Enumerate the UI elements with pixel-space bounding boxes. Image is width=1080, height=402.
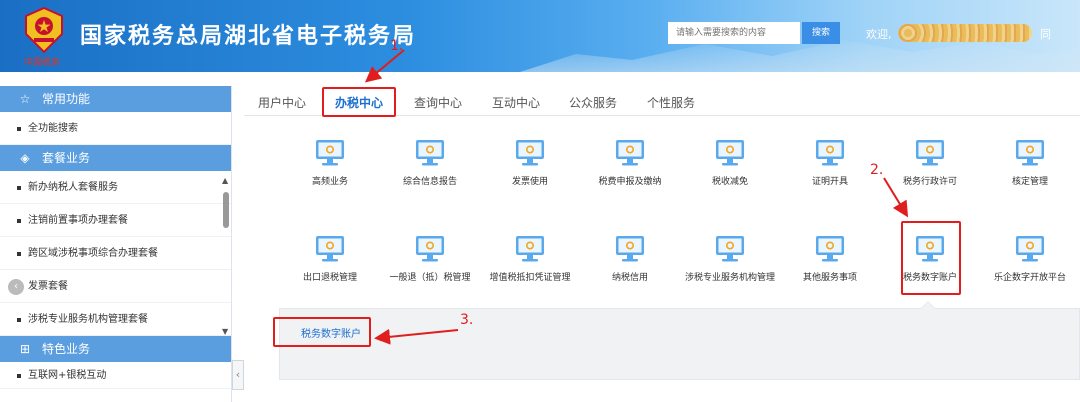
service-tile-label: 税费申报及缴纳	[598, 177, 662, 187]
sidebar-section-label: 特色业务	[42, 342, 91, 356]
sidebar-collapse-handle[interactable]: ‹	[232, 360, 244, 390]
monitor-icon	[616, 236, 644, 262]
welcome-text: 欢迎,	[866, 28, 892, 41]
site-title: 国家税务总局湖北省电子税务局	[80, 24, 417, 49]
sidebar-item-full-search[interactable]: 全功能搜索	[0, 112, 231, 145]
monitor-icon	[416, 140, 444, 166]
service-tile-label: 证明开具	[811, 177, 848, 187]
monitor-icon	[1016, 140, 1044, 166]
monitor-icon	[1016, 236, 1044, 262]
service-tile[interactable]: 乐企数字开放平台	[984, 234, 1076, 283]
tab-interaction-center[interactable]: 互动中心	[492, 94, 540, 111]
annotation-label-2: 2.	[870, 162, 884, 178]
sidebar-section-common[interactable]: ☆ 常用功能	[0, 86, 231, 112]
service-tile[interactable]: 涉税专业服务机构管理	[684, 234, 776, 283]
service-tile-label: 增值税抵扣凭证管理	[489, 273, 571, 283]
sidebar: ☆ 常用功能 全功能搜索 ◈ 套餐业务 新办纳税人套餐服务 注销前置事项办理套餐…	[0, 86, 232, 402]
tab-user-center[interactable]: 用户中心	[258, 94, 306, 111]
service-tile-label: 涉税专业服务机构管理	[684, 273, 775, 283]
monitor-icon	[716, 140, 744, 166]
monitor-icon	[516, 140, 544, 166]
search-input[interactable]	[668, 22, 800, 44]
service-tile-label: 出口退税管理	[302, 273, 357, 283]
main-panel: 用户中心 办税中心 查询中心 互动中心 公众服务 个性服务 高频业务 综合信息报告…	[244, 86, 1080, 402]
search-button[interactable]: 搜索	[802, 22, 840, 44]
redacted-username	[898, 24, 1032, 42]
tab-public-service[interactable]: 公众服务	[569, 94, 617, 111]
service-tile[interactable]: 税务行政许可	[884, 138, 976, 187]
service-tile[interactable]: 纳税信用	[584, 234, 676, 283]
monitor-icon	[316, 140, 344, 166]
tab-personal-service[interactable]: 个性服务	[647, 94, 695, 111]
scroll-thumb[interactable]	[223, 192, 229, 228]
chevron-left-icon[interactable]: ‹	[8, 279, 24, 295]
service-tile-label: 税收减免	[711, 177, 748, 187]
service-tile-label: 综合信息报告	[402, 177, 457, 187]
sub-menu-caret	[920, 301, 936, 309]
sidebar-item-invoice[interactable]: 发票套餐	[0, 270, 231, 303]
monitor-icon	[716, 236, 744, 262]
service-tile[interactable]: 税费申报及缴纳	[584, 138, 676, 187]
annotation-box-tab	[322, 87, 396, 117]
annotation-label-1: 1.	[390, 38, 404, 54]
service-tile-label: 高频业务	[311, 177, 348, 187]
sidebar-section-special[interactable]: ⊞ 特色业务	[0, 336, 231, 362]
sidebar-item-cancellation[interactable]: 注销前置事项办理套餐	[0, 204, 231, 237]
monitor-icon	[516, 236, 544, 262]
scroll-down-icon[interactable]: ▼	[222, 327, 228, 336]
service-tile[interactable]: 核定管理	[984, 138, 1076, 187]
layers-icon: ◈	[20, 151, 30, 165]
star-icon: ☆	[19, 92, 31, 106]
service-tile[interactable]: 综合信息报告	[384, 138, 476, 187]
service-tile[interactable]: 增值税抵扣凭证管理	[484, 234, 576, 283]
annotation-box-tile	[901, 221, 961, 295]
sub-menu-panel	[279, 308, 1080, 380]
sidebar-section-label: 常用功能	[42, 92, 91, 106]
monitor-icon	[916, 140, 944, 166]
service-tile[interactable]: 其他服务事项	[784, 234, 876, 283]
sidebar-item-new-taxpayer[interactable]: 新办纳税人套餐服务	[0, 171, 231, 204]
service-tile[interactable]: 高频业务	[284, 138, 376, 187]
annotation-box-sublink	[273, 317, 371, 347]
sidebar-item-bank-tax[interactable]: 互联网+银税互动	[0, 362, 231, 389]
service-tile-label: 税务行政许可	[902, 177, 957, 187]
sidebar-section-label: 套餐业务	[42, 151, 91, 165]
sidebar-item-cross-region[interactable]: 跨区域涉税事项综合办理套餐	[0, 237, 231, 270]
monitor-icon	[816, 236, 844, 262]
logo-subtitle: 中国税务	[24, 58, 61, 68]
annotation-label-3: 3.	[460, 312, 474, 328]
service-tile[interactable]: 证明开具	[784, 138, 876, 187]
monitor-icon	[816, 140, 844, 166]
service-tile-label: 发票使用	[511, 177, 548, 187]
service-tile[interactable]: 一般退（抵）税管理	[384, 234, 476, 283]
service-tile-label: 其他服务事项	[802, 273, 857, 283]
site-header: 中国税务 国家税务总局湖北省电子税务局 搜索 欢迎, 同	[0, 0, 1080, 72]
scroll-up-icon[interactable]: ▲	[222, 176, 228, 185]
sidebar-scrollbar[interactable]: ▲ ▼	[221, 176, 230, 336]
sidebar-section-package[interactable]: ◈ 套餐业务	[0, 145, 231, 171]
service-tile-label: 一般退（抵）税管理	[389, 273, 471, 283]
sidebar-item-agency[interactable]: 涉税专业服务机构管理套餐	[0, 303, 231, 336]
grid-icon: ⊞	[19, 342, 31, 356]
service-tile[interactable]: 出口退税管理	[284, 234, 376, 283]
monitor-icon	[616, 140, 644, 166]
service-tile[interactable]: 税收减免	[684, 138, 776, 187]
service-tile[interactable]: 发票使用	[484, 138, 576, 187]
monitor-icon	[416, 236, 444, 262]
monitor-icon	[316, 236, 344, 262]
tab-query-center[interactable]: 查询中心	[414, 94, 462, 111]
user-name-tail: 同	[1040, 28, 1051, 41]
service-tile-label: 纳税信用	[611, 273, 648, 283]
service-tile-label: 核定管理	[1011, 177, 1048, 187]
tax-emblem-icon	[25, 6, 63, 54]
service-tile-label: 乐企数字开放平台	[993, 273, 1066, 283]
